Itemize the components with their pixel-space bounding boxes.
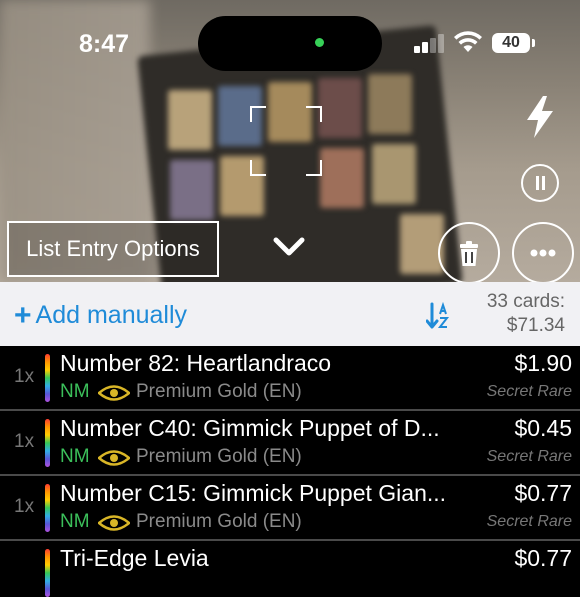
yugioh-eye-icon [98,450,130,466]
card-rarity: Secret Rare [486,513,572,530]
card-row[interactable]: 1x Number 82: Heartlandraco $1.90 NM Pre… [0,346,580,411]
total-value: $71.34 [506,315,565,336]
camera-active-indicator [315,38,324,47]
quantity: 1x [14,431,35,452]
card-rarity: Secret Rare [486,448,572,465]
add-manually-label: Add manually [35,301,188,329]
card-name: Number 82: Heartlandraco [60,350,332,376]
rarity-color-bar [45,484,50,532]
card-image [170,160,214,220]
add-manually-button[interactable]: + Add manually [14,299,187,333]
card-row[interactable]: Tri-Edge Levia $0.77 [0,541,580,597]
card-image [400,214,444,274]
card-name: Tri-Edge Levia [60,545,209,571]
yugioh-eye-icon [98,515,130,531]
card-name: Number C15: Gimmick Puppet Gian... [60,480,447,506]
card-count: 33 cards: [486,291,565,312]
chevron-down-icon[interactable] [272,236,306,258]
card-price: $1.90 [514,350,572,376]
signal-icon [414,33,446,53]
card-price: $0.45 [514,415,572,441]
card-rarity: Secret Rare [486,383,572,400]
quantity: 1x [14,496,35,517]
more-icon [530,249,556,257]
card-set: Premium Gold (EN) [136,446,302,467]
rarity-color-bar [45,549,50,597]
flash-icon[interactable] [525,96,555,138]
card-list: 1x Number 82: Heartlandraco $1.90 NM Pre… [0,346,580,597]
focus-frame [250,106,322,176]
card-name: Number C40: Gimmick Puppet of D... [60,415,440,441]
more-options-button[interactable] [512,222,574,284]
quantity: 1x [14,366,35,387]
card-condition: NM [60,381,90,402]
card-set: Premium Gold (EN) [136,511,302,532]
yugioh-eye-icon [98,385,130,401]
list-entry-options-button[interactable]: List Entry Options [7,221,219,277]
card-image [168,90,212,150]
trash-icon [460,241,478,266]
sort-az-icon[interactable] [426,302,452,330]
card-price: $0.77 [514,545,572,571]
card-row[interactable]: 1x Number C40: Gimmick Puppet of D... $0… [0,411,580,476]
card-condition: NM [60,511,90,532]
wifi-icon [454,31,482,52]
delete-button[interactable] [438,222,500,284]
status-time: 8:47 [79,30,130,58]
card-set: Premium Gold (EN) [136,381,302,402]
pause-icon[interactable] [521,164,559,202]
card-row[interactable]: 1x Number C15: Gimmick Puppet Gian... $0… [0,476,580,541]
card-image [372,144,416,204]
card-image [320,148,364,208]
status-bar: 8:47 40 [0,0,580,90]
card-price: $0.77 [514,480,572,506]
rarity-color-bar [45,354,50,402]
card-condition: NM [60,446,90,467]
plus-icon: + [14,299,32,332]
battery-icon: 40 [492,33,535,53]
dynamic-island [198,16,382,71]
rarity-color-bar [45,419,50,467]
collection-summary: 33 cards: $71.34 [487,290,565,338]
